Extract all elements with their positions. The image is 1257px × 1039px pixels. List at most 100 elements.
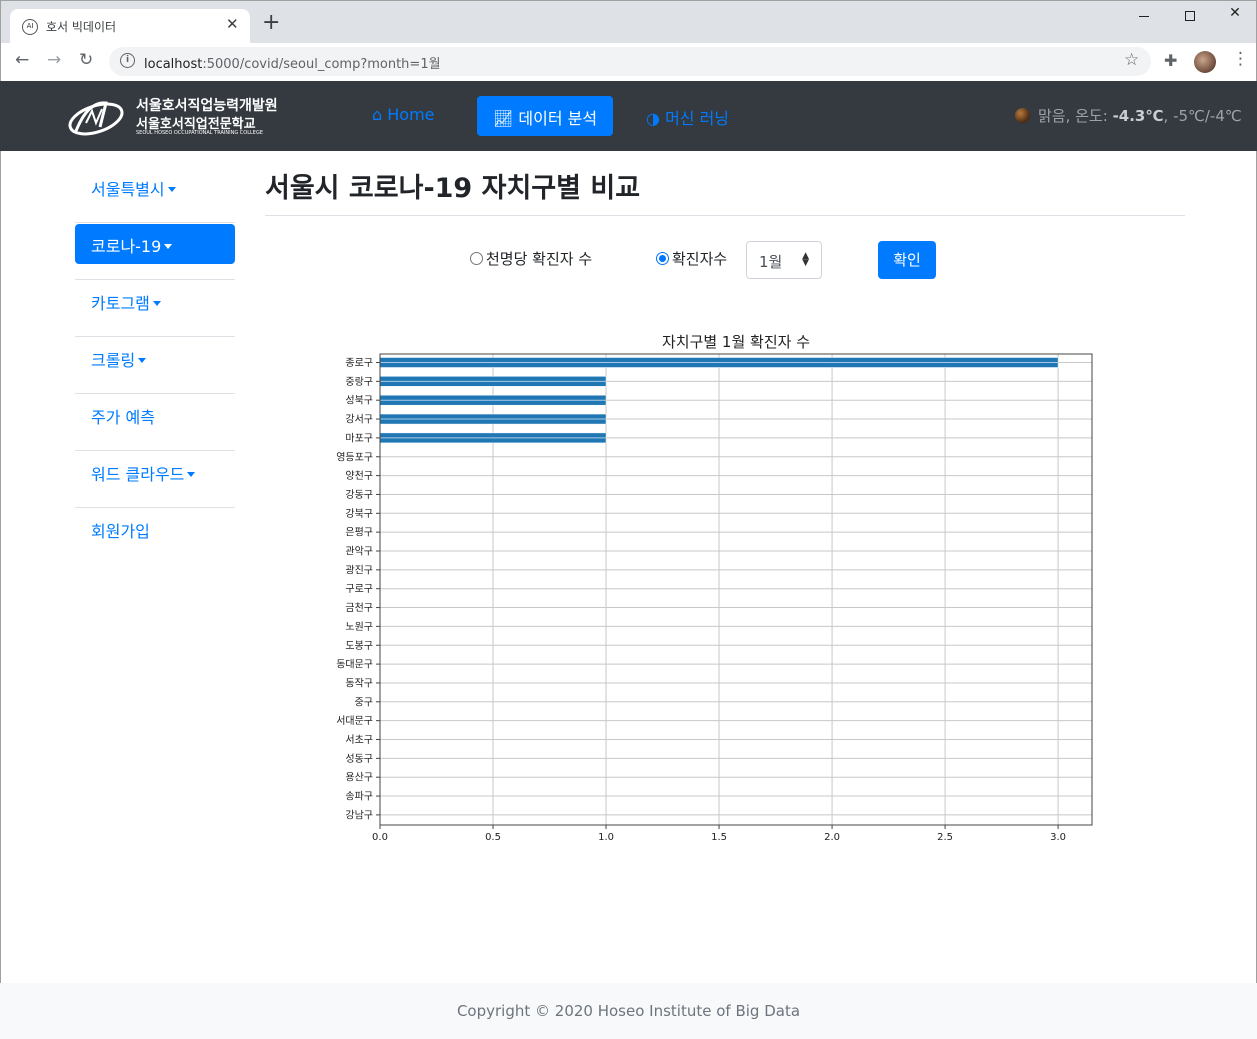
y-tick-label: 성북구 bbox=[345, 395, 373, 407]
sidebar-item-label: 서울특별시 bbox=[91, 180, 165, 199]
college-logo[interactable]: 서울호서직업능력개발원 서울호서직업전문학교 SEOUL HOSEO OCCUP… bbox=[66, 93, 278, 139]
x-tick-label: 0.5 bbox=[485, 832, 501, 843]
x-tick-label: 2.5 bbox=[937, 832, 953, 843]
site-info-icon[interactable]: i bbox=[120, 53, 135, 68]
radio-per1000[interactable]: 천명당 확진자 수 bbox=[470, 248, 592, 269]
x-tick-label: 3.0 bbox=[1050, 832, 1066, 843]
sidebar-item-label: 주가 예측 bbox=[91, 408, 155, 427]
y-tick-label: 서초구 bbox=[345, 734, 373, 746]
sidebar-item-signup: 회원가입 bbox=[75, 508, 235, 565]
weather-widget: 맑음, 온도: -4.3℃, -5℃/-4℃ bbox=[1015, 105, 1242, 126]
sidebar-item-covid: 코로나-19 bbox=[75, 223, 235, 280]
footer-copyright: Copyright © 2020 Hoseo Institute of Big … bbox=[456, 1002, 801, 1020]
browser-tabstrip: AI 호서 빅데이터 ✕ + ✕ bbox=[0, 0, 1257, 44]
weather-range: , -5℃/-4℃ bbox=[1163, 107, 1242, 125]
sidebar-link-seoul[interactable]: 서울특별시 bbox=[75, 167, 235, 207]
tab-close-icon[interactable]: ✕ bbox=[226, 15, 239, 33]
y-tick-label: 은평구 bbox=[345, 527, 373, 539]
logo-line-3: SEOUL HOSEO OCCUPATIONAL TRAINING COLLEG… bbox=[136, 130, 263, 136]
radio-per1000-label: 천명당 확진자 수 bbox=[486, 250, 593, 268]
site-favicon-icon: AI bbox=[22, 19, 38, 35]
sidebar-link-crawling[interactable]: 크롤링 bbox=[75, 338, 235, 378]
sidebar-item-cartogram: 카토그램 bbox=[75, 280, 235, 337]
x-tick-label: 1.5 bbox=[711, 832, 727, 843]
radio-count[interactable]: 확진자수 bbox=[656, 248, 727, 269]
logo-line-1: 서울호서직업능력개발원 bbox=[136, 98, 278, 114]
x-tick-label: 0.0 bbox=[372, 832, 388, 843]
sidebar-item-label: 코로나-19 bbox=[91, 237, 162, 256]
nav-machine-learning-link[interactable]: ◑ 머신 러닝 bbox=[630, 96, 745, 136]
url-path: :5000/covid/seoul_comp?month=1월 bbox=[202, 57, 441, 72]
y-tick-label: 구로구 bbox=[345, 584, 373, 595]
y-tick-label: 성동구 bbox=[345, 753, 373, 765]
y-tick-label: 금천구 bbox=[345, 602, 373, 614]
college-emblem-icon bbox=[68, 101, 124, 136]
y-tick-label: 동대문구 bbox=[336, 659, 373, 671]
caret-down-icon bbox=[164, 244, 173, 249]
sidebar-item-label: 카토그램 bbox=[91, 294, 150, 313]
new-tab-button[interactable]: + bbox=[262, 12, 280, 34]
y-tick-label: 강북구 bbox=[345, 508, 373, 520]
title-divider bbox=[265, 215, 1185, 216]
caret-down-icon bbox=[167, 187, 176, 192]
nav-home-link[interactable]: ⌂ Home bbox=[356, 96, 451, 136]
address-url[interactable]: localhost:5000/covid/seoul_comp?month=1월 bbox=[144, 53, 441, 72]
chart-x-labels: 0.0 0.5 1.0 1.5 2.0 2.5 3.0 bbox=[372, 832, 1066, 843]
extensions-puzzle-icon[interactable]: ✚ bbox=[1164, 51, 1177, 70]
weather-condition: 맑음, 온도: bbox=[1038, 107, 1113, 125]
profile-avatar[interactable] bbox=[1194, 51, 1216, 73]
x-tick-label: 1.0 bbox=[598, 832, 614, 843]
y-tick-label: 서대문구 bbox=[336, 715, 373, 727]
browser-menu-icon[interactable]: ⋮ bbox=[1232, 49, 1249, 69]
browser-tab[interactable]: AI 호서 빅데이터 ✕ bbox=[10, 9, 250, 44]
y-tick-label: 강서구 bbox=[345, 414, 373, 426]
weather-temperature: -4.3℃ bbox=[1112, 107, 1164, 125]
sidebar-item-seoul: 서울특별시 bbox=[75, 166, 235, 223]
sidebar-item-label: 회원가입 bbox=[91, 522, 150, 541]
bookmark-star-icon[interactable]: ☆ bbox=[1124, 50, 1139, 70]
site-navbar: 서울호서직업능력개발원 서울호서직업전문학교 SEOUL HOSEO OCCUP… bbox=[0, 81, 1257, 151]
tab-title: 호서 빅데이터 bbox=[46, 20, 117, 34]
confirm-button[interactable]: 확인 bbox=[878, 241, 936, 279]
window-border-left bbox=[0, 81, 1, 1039]
caret-down-icon bbox=[138, 358, 147, 363]
y-tick-label: 노원구 bbox=[345, 621, 373, 633]
y-tick-label: 관악구 bbox=[345, 546, 373, 558]
y-tick-label: 강동구 bbox=[345, 489, 373, 501]
y-tick-label: 광진구 bbox=[345, 564, 373, 576]
radio-count-label: 확진자수 bbox=[672, 250, 728, 268]
reload-icon[interactable]: ↻ bbox=[79, 50, 93, 70]
sidebar-link-stock[interactable]: 주가 예측 bbox=[75, 395, 235, 435]
browser-toolbar: ← → ↻ i localhost:5000/covid/seoul_comp?… bbox=[0, 43, 1257, 81]
nav-data-analysis-link[interactable]: 📈︎ 데이터 분석 bbox=[477, 96, 614, 136]
month-select-value: 1월 bbox=[759, 253, 783, 271]
window-minimize-button[interactable] bbox=[1121, 5, 1167, 27]
sidebar-link-cartogram[interactable]: 카토그램 bbox=[75, 281, 235, 321]
chart-grid bbox=[376, 354, 1092, 829]
x-tick-label: 2.0 bbox=[824, 832, 840, 843]
chart-frame bbox=[379, 353, 1093, 826]
page-title: 서울시 코로나-19 자치구별 비교 bbox=[265, 173, 641, 204]
address-bar[interactable]: i localhost:5000/covid/seoul_comp?month=… bbox=[109, 47, 1151, 76]
sidebar-item-wordcloud: 워드 클라우드 bbox=[75, 451, 235, 508]
window-maximize-button[interactable] bbox=[1167, 5, 1213, 27]
sidebar: 서울특별시 코로나-19 카토그램 크롤링 주가 예측 워드 클라우드 회원가입 bbox=[75, 166, 235, 565]
sidebar-link-wordcloud[interactable]: 워드 클라우드 bbox=[75, 452, 235, 492]
caret-down-icon bbox=[187, 472, 196, 477]
window-close-button[interactable]: ✕ bbox=[1212, 5, 1257, 27]
line-chart-icon: 📈︎ bbox=[493, 109, 514, 128]
sidebar-link-signup[interactable]: 회원가입 bbox=[75, 509, 235, 549]
y-tick-label: 송파구 bbox=[345, 791, 373, 803]
sidebar-link-covid[interactable]: 코로나-19 bbox=[75, 224, 235, 264]
y-tick-label: 마포구 bbox=[345, 432, 373, 444]
y-tick-label: 동작구 bbox=[345, 677, 373, 689]
caret-down-icon bbox=[152, 301, 161, 306]
back-arrow-icon[interactable]: ← bbox=[15, 50, 29, 70]
nav-home-label: Home bbox=[387, 105, 435, 124]
radio-checked-icon bbox=[656, 252, 669, 265]
y-tick-label: 종로구 bbox=[345, 357, 373, 369]
weather-icon bbox=[1015, 108, 1030, 123]
forward-arrow-icon[interactable]: → bbox=[47, 50, 61, 70]
nav-machine-learning-label: 머신 러닝 bbox=[665, 109, 730, 128]
month-select[interactable]: 1월 ▲ ▼ bbox=[746, 241, 822, 279]
